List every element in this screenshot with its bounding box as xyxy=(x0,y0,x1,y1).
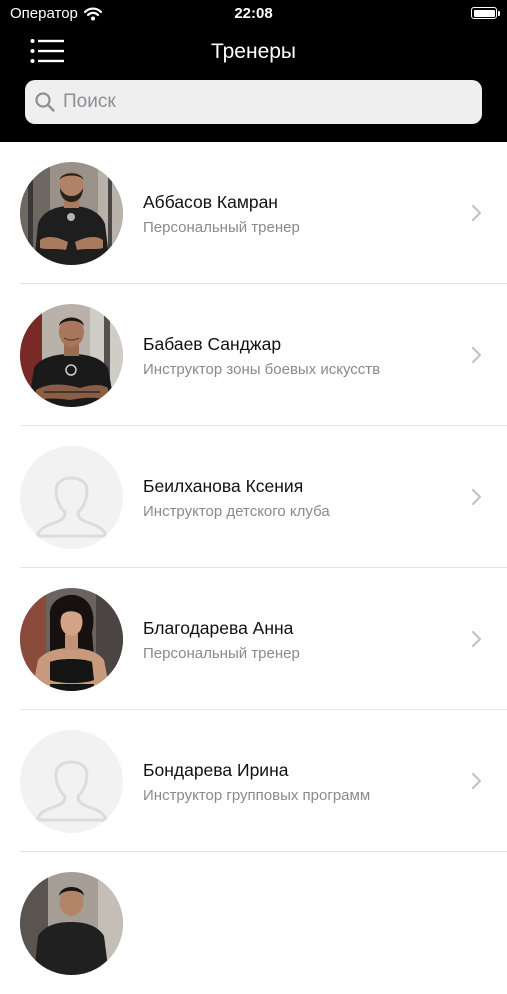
trainer-photo xyxy=(20,162,123,265)
trainer-role: Персональный тренер xyxy=(143,219,300,236)
trainer-name: Бондарева Ирина xyxy=(143,760,289,780)
chevron-right-icon xyxy=(471,204,482,222)
trainer-name: Бабаев Санджар xyxy=(143,334,282,354)
menu-button[interactable] xyxy=(30,38,64,64)
chevron-right-icon xyxy=(471,346,482,364)
chevron-right-icon xyxy=(471,772,482,790)
trainer-role: Инструктор зоны боевых искусств xyxy=(143,361,381,378)
trainer-row[interactable]: Беилханова Ксения Инструктор детского кл… xyxy=(0,426,507,568)
search-icon xyxy=(35,92,55,112)
avatar xyxy=(20,162,123,265)
trainer-row[interactable]: Благодарева Анна Персональный тренер xyxy=(0,568,507,710)
search-bar[interactable] xyxy=(25,80,482,124)
menu-icon xyxy=(30,39,64,63)
trainer-photo xyxy=(20,304,123,407)
trainer-role: Персональный тренер xyxy=(143,645,300,662)
status-bar: Оператор 22:08 xyxy=(0,0,507,28)
chevron-right-icon xyxy=(471,488,482,506)
page-title: Тренеры xyxy=(210,40,297,63)
avatar xyxy=(20,446,123,549)
battery-icon xyxy=(471,7,500,19)
trainer-name: Благодарева Анна xyxy=(143,618,294,638)
trainer-role: Инструктор групповых программ xyxy=(143,787,371,804)
chevron-right-icon xyxy=(471,630,482,648)
trainer-photo xyxy=(20,872,123,975)
trainer-photo xyxy=(20,588,123,691)
trainer-name: Беилханова Ксения xyxy=(143,476,304,496)
top-bar: Оператор 22:08 Тренеры xyxy=(0,0,507,142)
status-time: 22:08 xyxy=(234,5,273,22)
trainer-name: Аббасов Камран xyxy=(143,192,278,212)
avatar xyxy=(20,872,123,975)
avatar xyxy=(20,588,123,691)
trainer-role: Инструктор детского клуба xyxy=(143,503,330,520)
placeholder-person-icon xyxy=(20,446,123,549)
avatar xyxy=(20,304,123,407)
trainer-row[interactable]: Бабаев Санджар Инструктор зоны боевых ис… xyxy=(0,284,507,426)
trainer-list: Аббасов Камран Персональный тренер Бабае… xyxy=(0,142,507,994)
trainer-row[interactable]: Бондарева Ирина Инструктор групповых про… xyxy=(0,710,507,852)
placeholder-person-icon xyxy=(20,730,123,833)
trainer-row[interactable]: Аббасов Камран Персональный тренер xyxy=(0,142,507,284)
trainer-row[interactable] xyxy=(0,852,507,994)
avatar xyxy=(20,730,123,833)
search-input[interactable] xyxy=(61,90,465,114)
